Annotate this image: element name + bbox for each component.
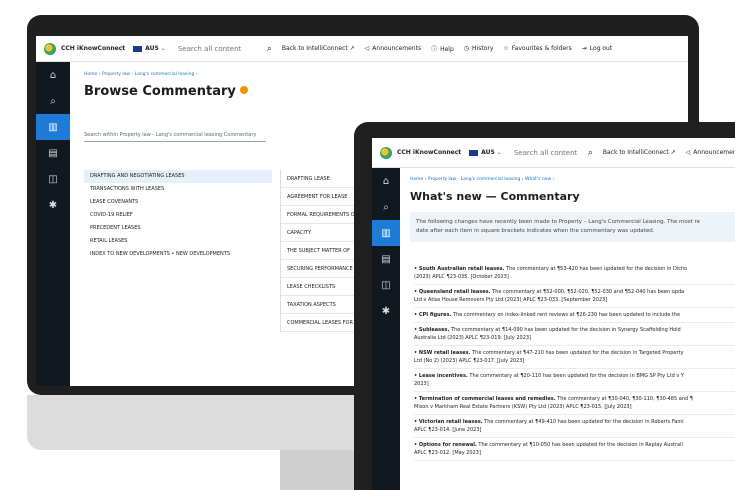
region-selector[interactable]: AUS xyxy=(481,149,495,156)
browse-icon[interactable]: ▥ xyxy=(372,220,400,246)
logo-icon xyxy=(44,42,56,55)
announcements-link[interactable]: ◁Announcements xyxy=(686,149,735,156)
list-item: • Lease incentives. The commentary at ¶2… xyxy=(414,369,735,392)
left-rail: ⌂ ⌕ ▥ ▤ ◫ ✱ xyxy=(36,62,70,386)
news-icon[interactable]: ▤ xyxy=(372,246,400,272)
help-icon: ⓘ xyxy=(431,46,438,53)
flag-icon xyxy=(469,149,479,156)
intro-line: date after each item in square brackets … xyxy=(416,228,655,234)
tools-icon[interactable]: ✱ xyxy=(372,298,400,324)
level1-list: DRAFTING AND NEGOTIATING LEASES TRANSACT… xyxy=(84,170,272,261)
breadcrumb[interactable]: Home › Property law - Lang's commercial … xyxy=(410,177,554,182)
browse-icon[interactable]: ▥ xyxy=(36,114,70,140)
flag-icon xyxy=(133,45,143,52)
announcements-link[interactable]: ◁Announcements xyxy=(365,45,421,52)
list-item: • Subleases. The commentary at ¶14-090 h… xyxy=(414,323,735,346)
home-icon[interactable]: ⌂ xyxy=(372,168,400,194)
list-item[interactable]: PRECEDENT LEASES xyxy=(84,222,272,235)
search-input[interactable] xyxy=(513,148,584,157)
list-item: • Termination of commercial leases and r… xyxy=(414,392,735,415)
info-icon[interactable] xyxy=(239,86,248,94)
external-link-icon: ↗ xyxy=(670,149,676,156)
list-item: • Queensland retail leases. The commenta… xyxy=(414,285,735,308)
chevron-down-icon[interactable]: ⌄ xyxy=(161,45,166,52)
logo-icon xyxy=(380,146,392,159)
news-icon[interactable]: ▤ xyxy=(36,140,70,166)
home-icon[interactable]: ⌂ xyxy=(36,62,70,88)
list-item: • South Australian retail leases. The co… xyxy=(414,262,735,285)
megaphone-icon: ◁ xyxy=(685,149,691,156)
list-item[interactable]: DRAFTING AND NEGOTIATING LEASES xyxy=(84,170,272,183)
list-item[interactable]: TRANSACTIONS WITH LEASES xyxy=(84,183,272,196)
back-link[interactable]: Back to IntelliConnect ↗ xyxy=(282,45,355,52)
page-title: Browse Commentary xyxy=(84,84,248,99)
history-link[interactable]: ◷ History xyxy=(464,45,494,52)
product-shot: CCH iKnowConnect AUS ⌄ ⌕ Back to Intelli… xyxy=(0,0,735,490)
logout-icon: ⇥ xyxy=(581,45,587,52)
search-icon[interactable]: ⌕ xyxy=(267,44,272,54)
intro-note: The following changes have recently been… xyxy=(410,212,735,242)
external-link-icon: ↗ xyxy=(349,45,355,52)
region-selector[interactable]: AUS xyxy=(145,45,159,52)
favourites-link[interactable]: ☆ Favourites & folders xyxy=(503,45,571,52)
search-icon[interactable]: ⌕ xyxy=(588,148,593,158)
main-content: Home › Property law - Lang's commercial … xyxy=(400,168,735,490)
chevron-down-icon[interactable]: ⌄ xyxy=(497,149,502,156)
back-link[interactable]: Back to IntelliConnect ↗ xyxy=(603,149,676,156)
book-icon[interactable]: ◫ xyxy=(372,272,400,298)
list-item: • Victorian retail leases. The commentar… xyxy=(414,415,735,438)
list-item[interactable]: COVID-19 RELIEF xyxy=(84,209,272,222)
list-item: • Options for renewal. The commentary at… xyxy=(414,438,735,461)
search-within-input[interactable]: Search within Property law - Lang's comm… xyxy=(84,132,266,142)
megaphone-icon: ◁ xyxy=(364,45,370,52)
top-bar: CCH iKnowConnect AUS ⌄ ⌕ Back to Intelli… xyxy=(36,36,688,62)
list-item[interactable]: INDEX TO NEW DEVELOPMENTS • NEW DEVELOPM… xyxy=(84,248,272,261)
star-icon: ☆ xyxy=(503,45,509,52)
breadcrumb[interactable]: Home › Property law - Lang's commercial … xyxy=(84,72,198,77)
list-item[interactable]: LEASE COVENANTS xyxy=(84,196,272,209)
list-item: • CPI figures. The commentary on index-l… xyxy=(414,308,735,323)
laptop-screen: CCH iKnowConnect AUS ⌄ ⌕ Back to Intelli… xyxy=(372,138,735,490)
history-icon: ◷ xyxy=(463,45,470,52)
logout-link[interactable]: ⇥ Log out xyxy=(582,45,612,52)
book-icon[interactable]: ◫ xyxy=(36,166,70,192)
tools-icon[interactable]: ✱ xyxy=(36,192,70,218)
help-link[interactable]: ⓘ Help xyxy=(431,44,454,53)
search-input[interactable] xyxy=(177,44,263,53)
list-item[interactable]: RETAIL LEASES xyxy=(84,235,272,248)
intro-line: The following changes have recently been… xyxy=(416,219,701,225)
top-bar: CCH iKnowConnect AUS ⌄ ⌕ Back to Intelli… xyxy=(372,138,735,168)
search-rail-icon[interactable]: ⌕ xyxy=(372,194,400,220)
search-rail-icon[interactable]: ⌕ xyxy=(36,88,70,114)
brand-name: CCH iKnowConnect xyxy=(61,45,126,52)
page-title: What's new — Commentary xyxy=(410,190,580,203)
left-rail: ⌂ ⌕ ▥ ▤ ◫ ✱ xyxy=(372,168,400,490)
updates-list: • South Australian retail leases. The co… xyxy=(414,262,735,461)
list-item: • NSW retail leases. The commentary at ¶… xyxy=(414,346,735,369)
brand-name: CCH iKnowConnect xyxy=(397,149,462,156)
